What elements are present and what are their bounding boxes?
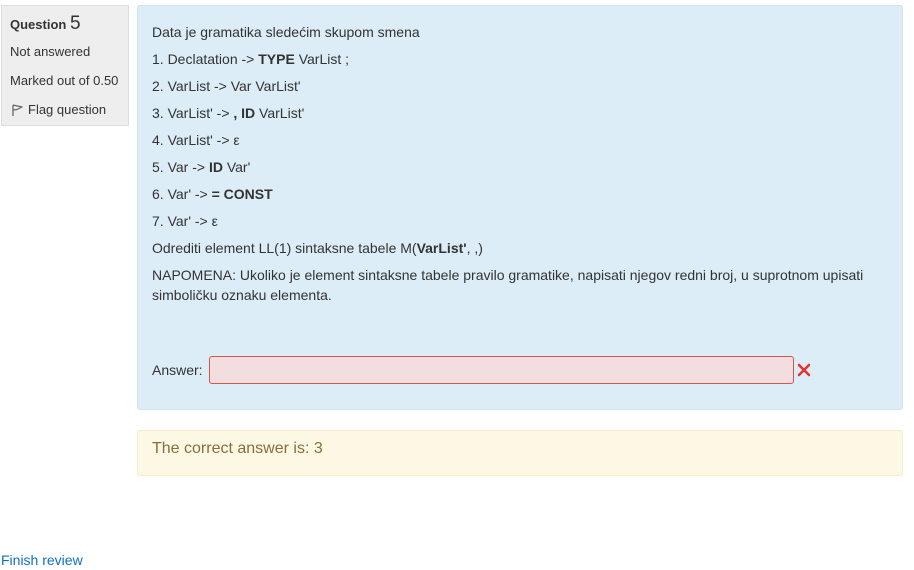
question-label: Question (10, 17, 67, 32)
flag-question-label: Flag question (28, 102, 107, 117)
flag-question-button[interactable]: Flag question (10, 101, 128, 118)
grammar-rule: 1. Declatation -> TYPE VarList ; (152, 51, 350, 67)
grammar-rule: 4. VarList' -> ε (152, 132, 240, 148)
question-state: Not answered (10, 44, 91, 59)
answer-row: Answer: (152, 356, 811, 384)
flag-icon (12, 103, 23, 116)
correct-answer-text: The correct answer is: 3 (152, 440, 323, 457)
grammar-rule: 2. VarList -> Var VarList' (152, 78, 301, 94)
question-number: Question 5 (10, 14, 128, 35)
grammar-rule: 5. Var -> ID Var' (152, 159, 251, 175)
question-note: NAPOMENA: Ukoliko je element sintaksne t… (152, 267, 864, 303)
question-intro: Data je gramatika sledećim skupom smena (152, 24, 420, 40)
answer-input[interactable] (208, 356, 794, 384)
question-number-value: 5 (69, 13, 81, 34)
question-formulation: Data je gramatika sledećim skupom smena … (137, 5, 903, 410)
feedback-panel: The correct answer is: 3 (137, 430, 903, 476)
grammar-rule: 6. Var' -> = CONST (152, 186, 273, 202)
question-info-panel: Question 5 Not answered Marked out of 0.… (1, 5, 129, 126)
question-task: Odrediti element LL(1) sintaksne tabele … (152, 240, 483, 256)
incorrect-cross-icon (797, 363, 810, 377)
question-grade: Marked out of 0.50 (10, 73, 119, 88)
finish-review-link[interactable]: Finish review (1, 550, 83, 570)
answer-label: Answer: (152, 362, 203, 378)
grammar-rule: 3. VarList' -> , ID VarList' (152, 105, 305, 121)
grammar-rule: 7. Var' -> ε (152, 213, 218, 229)
